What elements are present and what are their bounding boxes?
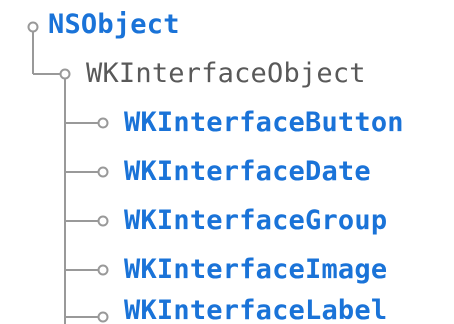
child-node-icon [97, 264, 109, 276]
root-node-icon [27, 21, 39, 33]
class-link-wkinterfacebutton[interactable]: WKInterfaceButton [124, 106, 404, 140]
class-label-wkinterfaceobject: WKInterfaceObject [86, 58, 366, 89]
class-link-wkinterfaceimage[interactable]: WKInterfaceImage [124, 253, 387, 287]
class-link-nsobject[interactable]: NSObject [48, 8, 180, 42]
class-link-wkinterfacedate[interactable]: WKInterfaceDate [124, 155, 371, 189]
class-link-wkinterfacelabel[interactable]: WKInterfaceLabel [124, 294, 387, 324]
child-node-icon [97, 117, 109, 129]
class-link-wkinterfacegroup[interactable]: WKInterfaceGroup [124, 204, 387, 238]
child-node-icon [97, 311, 109, 323]
child-node-icon [97, 166, 109, 178]
child-node-icon [97, 215, 109, 227]
class-hierarchy-tree: NSObject WKInterfaceObject WKInterfaceBu… [0, 0, 454, 324]
level1-node-icon [59, 68, 71, 80]
